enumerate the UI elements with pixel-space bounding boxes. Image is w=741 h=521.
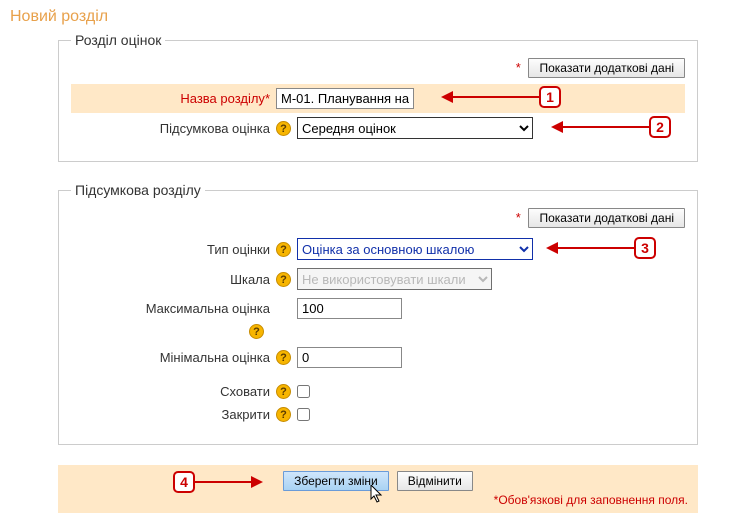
callout-4: 4 (173, 471, 195, 493)
show-additional-button[interactable]: Показати додаткові дані (528, 58, 685, 78)
help-icon[interactable] (249, 324, 264, 339)
section-summary-fieldset: Підсумкова розділу * Показати додаткові … (58, 182, 698, 445)
grades-section-legend: Розділ оцінок (71, 32, 165, 48)
help-icon[interactable] (276, 121, 291, 136)
required-star: * (516, 60, 521, 75)
page-title: Новий розділ (10, 8, 733, 26)
help-icon[interactable] (276, 350, 291, 365)
scale-select: Не використовувати шкали (297, 268, 492, 290)
summary-grade-label: Підсумкова оцінка (71, 121, 276, 136)
lock-checkbox[interactable] (297, 408, 310, 421)
hide-label: Сховати (71, 384, 276, 399)
show-additional-button-2[interactable]: Показати додаткові дані (528, 208, 685, 228)
callout-3: 3 (634, 237, 656, 259)
summary-grade-select[interactable]: Середня оцінок (297, 117, 533, 139)
grade-type-select[interactable]: Оцінка за основною шкалою (297, 238, 533, 260)
scale-label: Шкала (71, 272, 276, 287)
cancel-button[interactable]: Відмінити (397, 471, 473, 491)
grades-section-fieldset: Розділ оцінок * Показати додаткові дані … (58, 32, 698, 162)
save-button[interactable]: Зберегти зміни (283, 471, 389, 491)
help-icon[interactable] (276, 272, 291, 287)
required-star: * (516, 210, 521, 225)
grade-type-label: Тип оцінки (71, 242, 276, 257)
hide-checkbox[interactable] (297, 385, 310, 398)
help-icon[interactable] (276, 242, 291, 257)
section-name-input[interactable] (276, 88, 414, 109)
min-grade-input[interactable] (297, 347, 402, 368)
help-icon[interactable] (276, 407, 291, 422)
section-summary-legend: Підсумкова розділу (71, 182, 205, 198)
action-bar: 4 Зберегти зміни Відмінити *Обов'язкові … (58, 465, 698, 513)
callout-2: 2 (649, 116, 671, 138)
lock-label: Закрити (71, 407, 276, 422)
name-label: Назва розділу* (71, 91, 276, 106)
help-icon[interactable] (276, 384, 291, 399)
callout-1: 1 (539, 86, 561, 108)
min-grade-label: Мінімальна оцінка (71, 350, 276, 365)
max-grade-label: Максимальна оцінка (71, 301, 276, 316)
max-grade-input[interactable] (297, 298, 402, 319)
